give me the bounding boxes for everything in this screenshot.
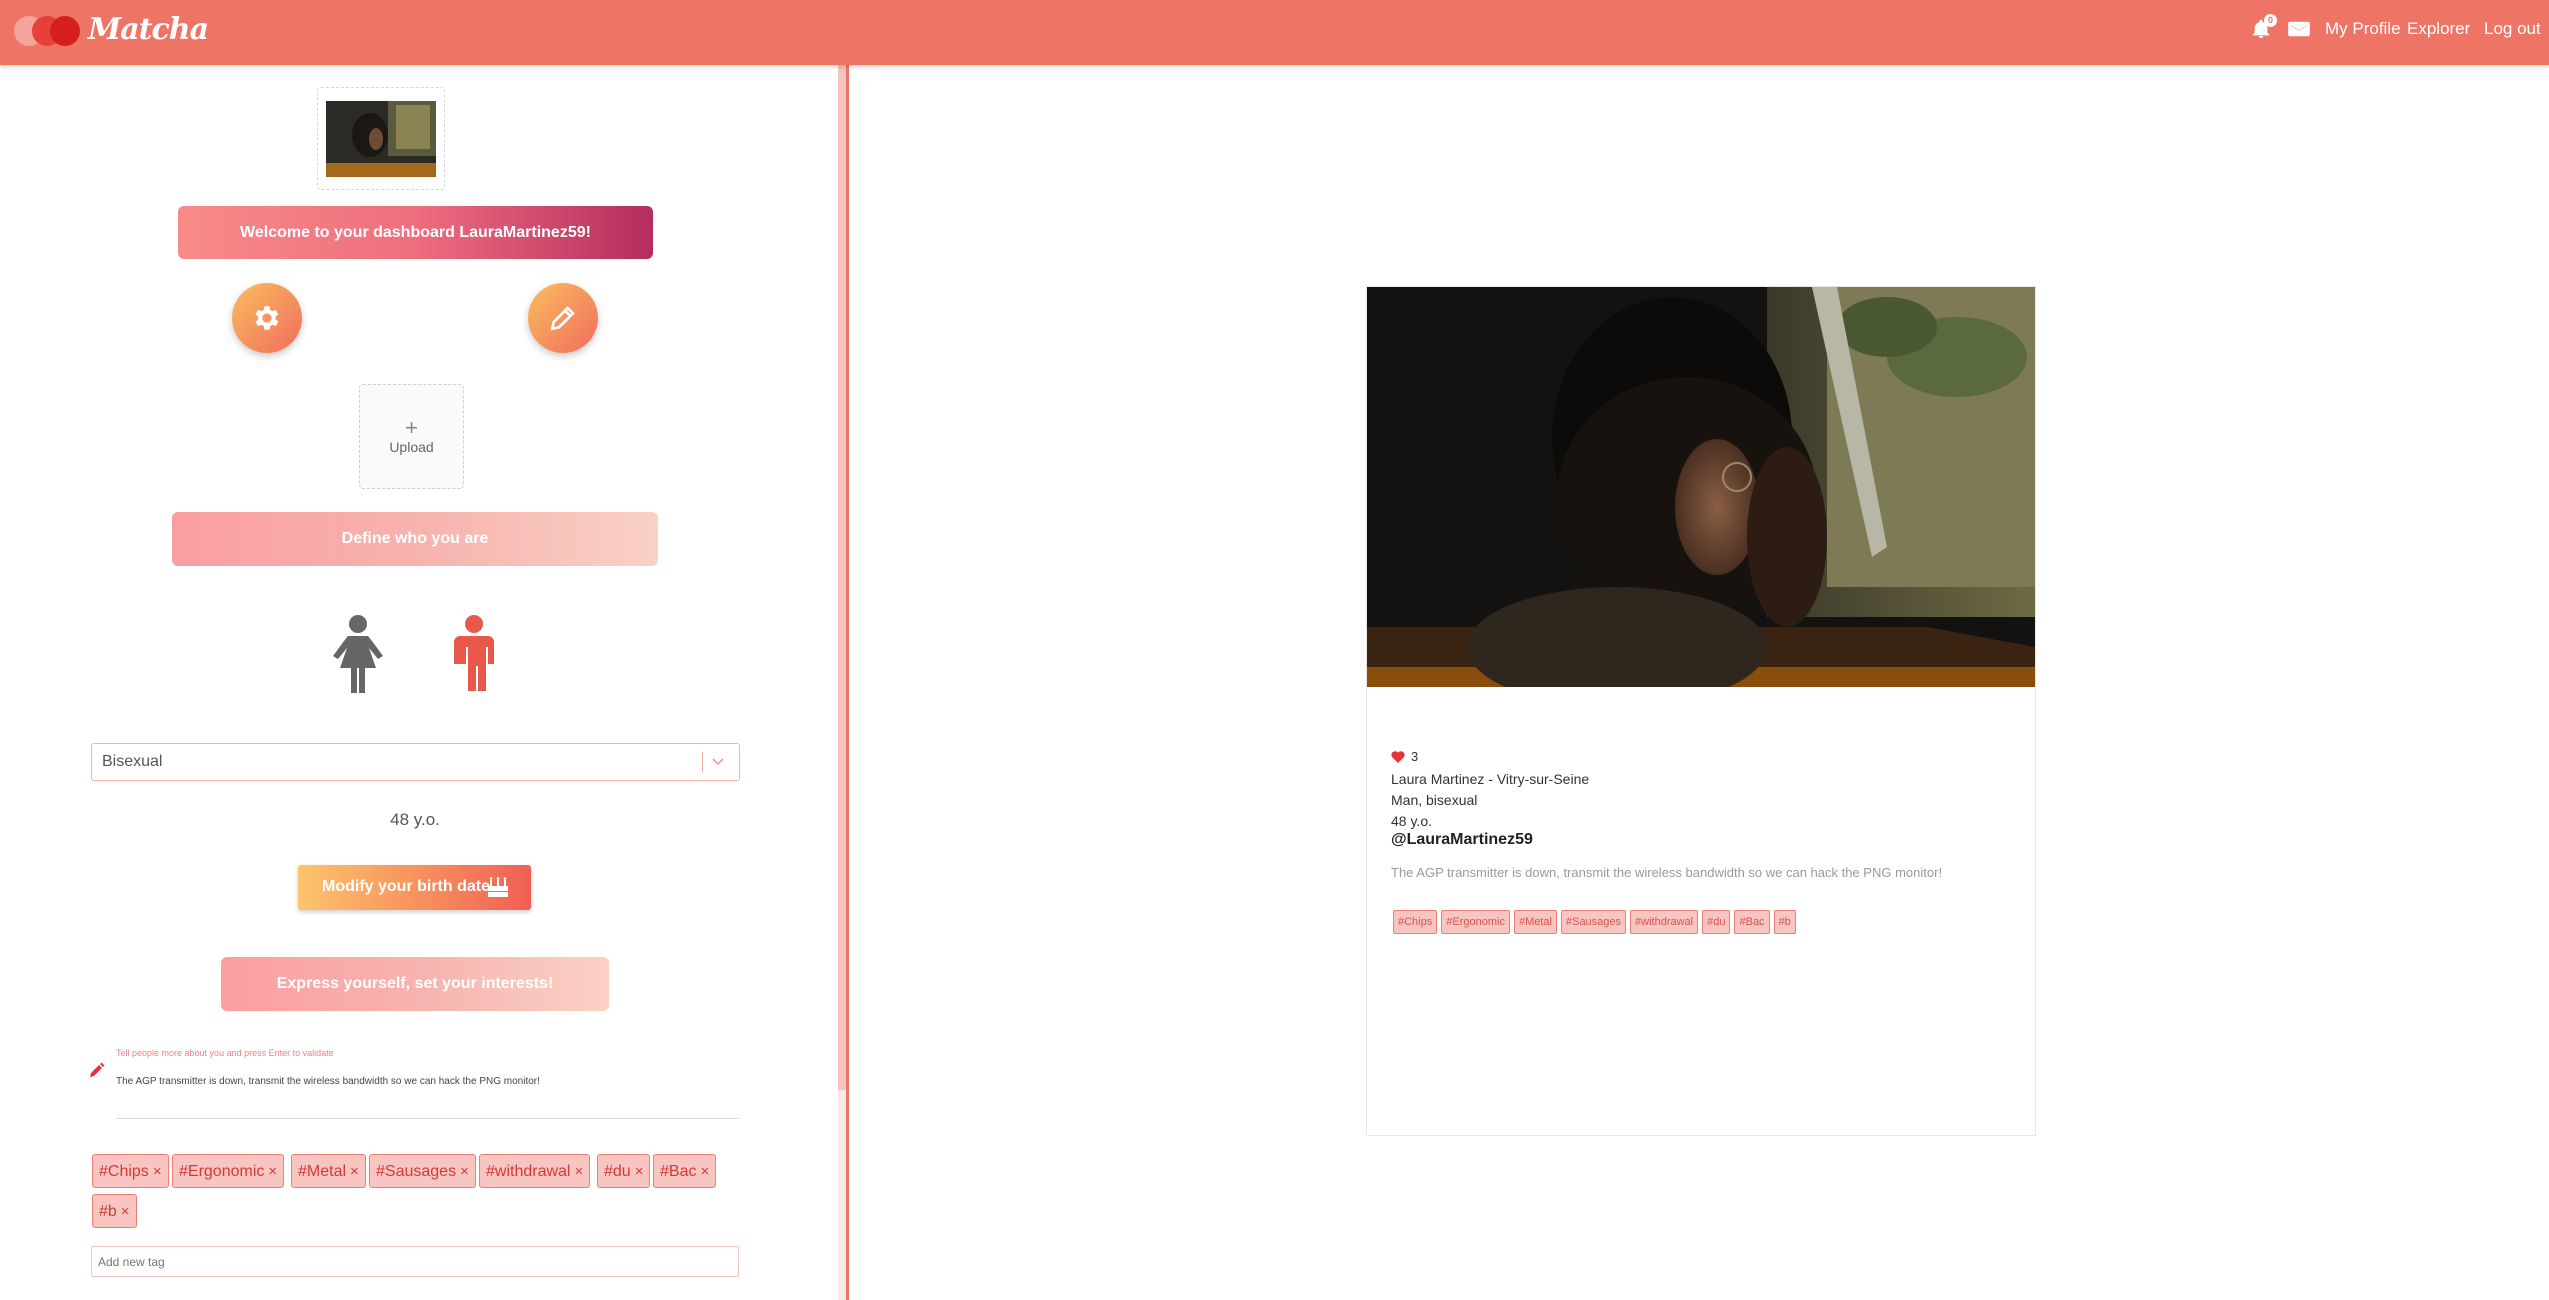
orientation-selected-value: Bisexual <box>102 753 163 770</box>
close-icon[interactable]: × <box>268 1163 277 1180</box>
profile-tags: #Chips #Ergonomic #Metal #Sausages #withdraw… <box>1393 910 1800 934</box>
close-icon[interactable]: × <box>121 1203 130 1220</box>
sexual-orientation-select[interactable]: Bisexual <box>91 743 740 781</box>
male-icon[interactable] <box>449 614 499 699</box>
gear-icon <box>255 306 279 330</box>
define-who-you-are-banner: Define who you are <box>172 512 658 566</box>
profile-tag: #Metal <box>1513 910 1557 934</box>
pencil-icon <box>89 1062 105 1083</box>
profile-tag: #withdrawal <box>1630 910 1699 934</box>
profile-picture-thumbnail[interactable] <box>317 87 445 190</box>
tag-chip[interactable]: #du × <box>597 1154 651 1188</box>
pencil-icon <box>550 306 575 331</box>
chevron-down-icon[interactable] <box>711 754 725 773</box>
interests-banner: Express yourself, set your interests! <box>221 957 609 1011</box>
female-icon[interactable] <box>330 614 386 699</box>
close-icon[interactable]: × <box>574 1163 583 1180</box>
age-text: 48 y.o. <box>390 810 440 829</box>
tag-chip[interactable]: #Metal × <box>291 1154 366 1188</box>
profile-tag: #b <box>1773 910 1796 934</box>
profile-tag: #Sausages <box>1560 910 1627 934</box>
top-navbar: Matcha 0 My Profile Explorer Log out <box>0 0 2549 65</box>
tag-chip[interactable]: #b × <box>92 1194 137 1228</box>
birth-button-label: Modify your birth date <box>322 878 490 895</box>
edit-profile-button[interactable] <box>528 283 598 353</box>
logo-text[interactable]: Matcha <box>88 12 209 47</box>
likes-count: 3 <box>1391 749 1418 764</box>
scrollbar-thumb[interactable] <box>838 65 846 1090</box>
tag-chip[interactable]: #Chips × <box>92 1154 169 1188</box>
logout-link[interactable]: Log out <box>2484 19 2541 39</box>
profile-tag: #Bac <box>1734 910 1770 934</box>
heart-icon[interactable] <box>1391 751 1405 763</box>
logo-mark[interactable] <box>14 16 80 46</box>
close-icon[interactable]: × <box>153 1163 162 1180</box>
cake-icon <box>488 877 508 897</box>
add-tag-input[interactable] <box>91 1246 739 1277</box>
profile-gender-orientation: Man, bisexual <box>1391 792 1478 808</box>
close-icon[interactable]: × <box>350 1163 359 1180</box>
profile-tag: #Ergonomic <box>1441 910 1510 934</box>
profile-age: 48 y.o. <box>1391 813 1432 829</box>
panel-divider <box>846 65 849 1300</box>
bio-hint-label: Tell people more about you and press Ent… <box>116 1048 334 1058</box>
profile-photo-image <box>1367 287 2035 687</box>
upload-photo-button[interactable]: + Upload <box>359 384 464 489</box>
profile-photo-image <box>326 101 436 177</box>
close-icon[interactable]: × <box>460 1163 469 1180</box>
close-icon[interactable]: × <box>635 1163 644 1180</box>
tag-chip[interactable]: #Bac × <box>653 1154 717 1188</box>
close-icon[interactable]: × <box>700 1163 709 1180</box>
tag-chip[interactable]: #Sausages × <box>369 1154 476 1188</box>
settings-button[interactable] <box>232 283 302 353</box>
bio-input[interactable]: The AGP transmitter is down, transmit th… <box>116 1076 540 1087</box>
upload-label: Upload <box>389 439 434 455</box>
tag-chip[interactable]: #Ergonomic × <box>172 1154 285 1188</box>
explorer-link[interactable]: Explorer <box>2407 19 2470 39</box>
plus-icon: + <box>405 415 418 440</box>
welcome-banner: Welcome to your dashboard LauraMartinez5… <box>178 206 653 259</box>
profile-bio: The AGP transmitter is down, transmit th… <box>1391 865 1943 880</box>
bio-underline <box>116 1118 739 1119</box>
profile-username: @LauraMartinez59 <box>1391 831 1533 848</box>
profile-tag: #Chips <box>1393 910 1438 934</box>
profile-tag: #du <box>1702 910 1731 934</box>
tag-chip[interactable]: #withdrawal × <box>479 1154 591 1188</box>
bell-icon[interactable]: 0 <box>2250 14 2277 42</box>
modify-birth-date-button[interactable]: Modify your birth date <box>298 865 531 910</box>
notification-count-badge: 0 <box>2264 14 2277 27</box>
profile-preview-card: 3 Laura Martinez - Vitry-sur-Seine Man, … <box>1366 286 2036 1136</box>
profile-name-city: Laura Martinez - Vitry-sur-Seine <box>1391 771 1590 787</box>
my-profile-link[interactable]: My Profile <box>2325 19 2401 39</box>
select-separator <box>702 752 703 772</box>
envelope-icon[interactable] <box>2288 20 2312 44</box>
